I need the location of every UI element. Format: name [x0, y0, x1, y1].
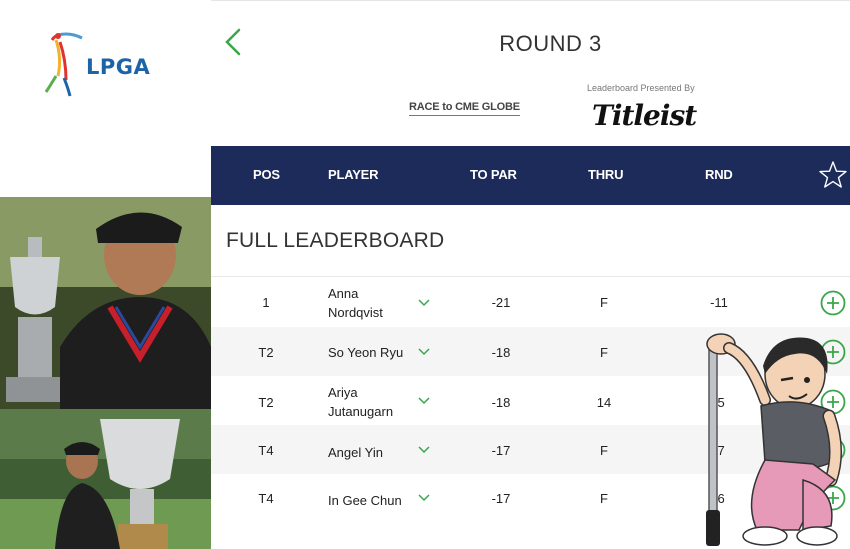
col-pos: POS — [253, 167, 280, 182]
table-row[interactable]: 1 Anna Nordqvist -21 F -11 — [211, 278, 850, 327]
table-header: POS PLAYER TO PAR THRU RND — [211, 146, 850, 205]
chevron-down-icon[interactable] — [417, 493, 431, 503]
row-player[interactable]: In Gee Chun — [328, 491, 420, 510]
chevron-down-icon[interactable] — [417, 396, 431, 406]
lpga-logo-text: LPGA — [86, 55, 151, 79]
col-to-par: TO PAR — [470, 167, 517, 182]
sponsor-logo: Titleist — [592, 99, 697, 132]
row-to-par: -18 — [491, 345, 511, 360]
race-logo-underline — [409, 115, 520, 116]
col-thru: THRU — [588, 167, 624, 182]
chevron-down-icon[interactable] — [417, 347, 431, 357]
row-to-par: -21 — [491, 295, 511, 310]
row-player[interactable]: Anna Nordqvist — [328, 284, 416, 322]
row-thru: F — [600, 345, 608, 360]
row-thru: 14 — [596, 395, 612, 410]
left-panel: LPGA — [0, 0, 211, 549]
race-to-cme-globe-logo: RACE to CME GLOBE — [409, 101, 520, 116]
star-outline-icon[interactable] — [818, 160, 848, 190]
row-pos: T2 — [258, 345, 274, 360]
row-to-par: -17 — [491, 443, 511, 458]
row-thru: F — [600, 295, 608, 310]
row-to-par: -17 — [491, 491, 511, 506]
player-name-line1: So Yeon Ryu — [328, 345, 404, 360]
row-rnd: -11 — [710, 295, 728, 310]
trophy-photo — [0, 409, 211, 549]
chevron-down-icon[interactable] — [417, 298, 431, 308]
chevron-down-icon[interactable] — [417, 445, 431, 455]
player-name-line1: Angel Yin — [328, 445, 383, 460]
row-thru: F — [600, 491, 608, 506]
player-name-line2: Jutanugarn — [328, 404, 394, 419]
row-pos: T4 — [258, 491, 274, 506]
row-player[interactable]: So Yeon Ryu — [328, 343, 420, 362]
player-name-line2: Nordqvist — [328, 305, 383, 320]
page-title: ROUND 3 — [499, 31, 602, 56]
row-pos: T2 — [258, 395, 274, 410]
race-logo-text: RACE to CME GLOBE — [409, 101, 520, 113]
row-thru: F — [600, 443, 608, 458]
top-divider — [211, 0, 850, 1]
row-pos: 1 — [262, 295, 270, 310]
section-divider — [211, 276, 850, 277]
section-title: FULL LEADERBOARD — [226, 229, 445, 252]
plus-circle-icon[interactable] — [820, 290, 846, 316]
player-name-line1: In Gee Chun — [328, 493, 402, 508]
row-to-par: -18 — [491, 395, 511, 410]
player-name-line1: Ariya — [328, 385, 358, 400]
presented-by-label: Leaderboard Presented By — [587, 83, 695, 93]
cartoon-character-sticker — [706, 333, 843, 546]
row-player[interactable]: Angel Yin — [328, 443, 416, 462]
col-player: PLAYER — [328, 167, 379, 182]
row-player[interactable]: Ariya Jutanugarn — [328, 383, 416, 421]
player-name-line1: Anna — [328, 286, 359, 301]
champion-photo — [0, 197, 211, 409]
row-pos: T4 — [258, 443, 274, 458]
col-rnd: RND — [705, 167, 733, 182]
